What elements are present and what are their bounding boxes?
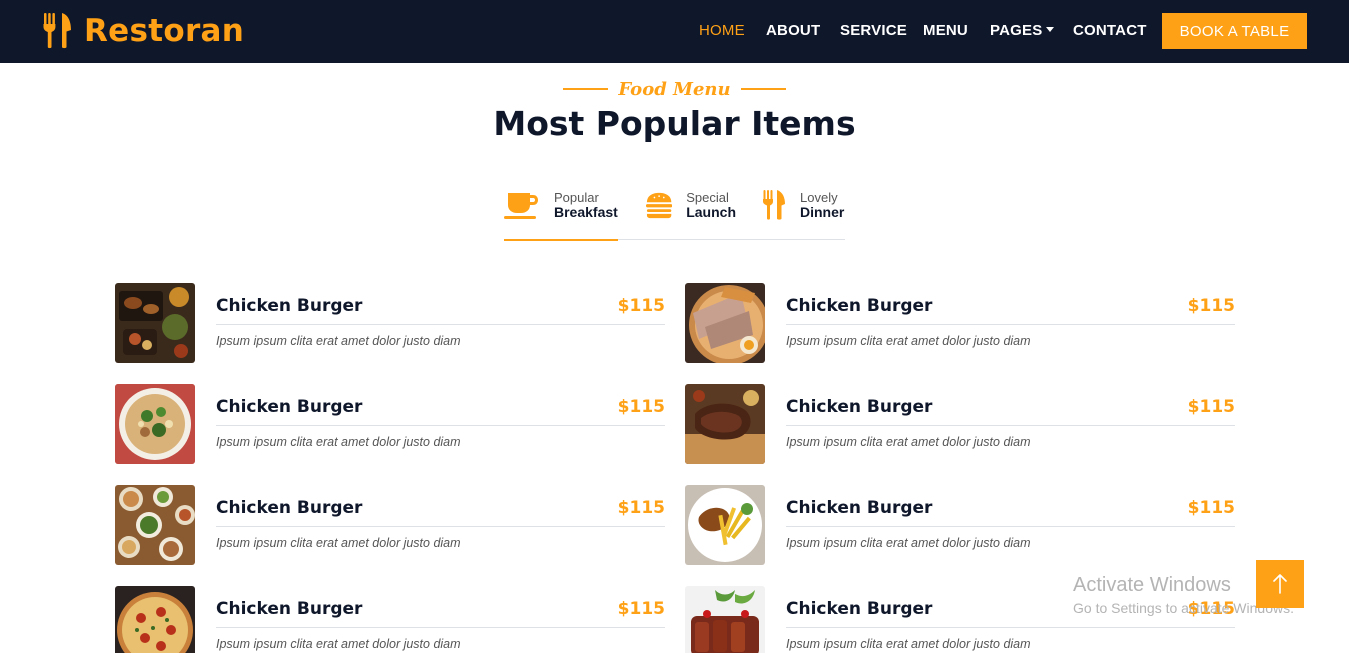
item-price: $115 (1187, 296, 1235, 316)
coffee-icon (504, 193, 538, 219)
activate-windows-title: Activate Windows (1073, 574, 1231, 596)
item-description: Ipsum ipsum clita erat amet dolor justo … (216, 637, 461, 651)
menu-item[interactable]: Chicken Burger $115 Ipsum ipsum clita er… (115, 384, 665, 464)
item-description: Ipsum ipsum clita erat amet dolor justo … (786, 637, 1031, 651)
nav-service[interactable]: SERVICE (840, 22, 907, 39)
item-name: Chicken Burger (786, 599, 933, 619)
item-divider (216, 526, 665, 527)
item-description: Ipsum ipsum clita erat amet dolor justo … (786, 536, 1031, 550)
fries-plate-image (685, 485, 765, 565)
kicker-line-right (740, 88, 786, 90)
item-name: Chicken Burger (216, 296, 363, 316)
navbar: Restoran HOME ABOUT SERVICE MENU PAGES C… (0, 0, 1349, 63)
menu-item[interactable]: Chicken Burger $115 Ipsum ipsum clita er… (115, 586, 665, 653)
kicker-line-left (563, 88, 609, 90)
section-kicker: Food Menu (0, 76, 1349, 102)
nav-about[interactable]: ABOUT (766, 22, 820, 39)
item-description: Ipsum ipsum clita erat amet dolor justo … (786, 334, 1031, 348)
item-divider (786, 526, 1235, 527)
item-divider (216, 324, 665, 325)
item-name: Chicken Burger (786, 296, 933, 316)
item-divider (216, 425, 665, 426)
menu-item[interactable]: Chicken Burger $115 Ipsum ipsum clita er… (115, 283, 665, 363)
menu-item[interactable]: Chicken Burger $115 Ipsum ipsum clita er… (685, 283, 1235, 363)
item-name: Chicken Burger (216, 498, 363, 518)
steak-image (685, 384, 765, 464)
kicker-text: Food Menu (618, 78, 731, 100)
tab-dinner-text: Lovely Dinner (800, 190, 844, 220)
menu-item[interactable]: Chicken Burger $115 Ipsum ipsum clita er… (685, 384, 1235, 464)
menu-item[interactable]: Chicken Burger $115 Ipsum ipsum clita er… (115, 485, 665, 565)
tab-small-label: Popular (554, 190, 599, 205)
caret-down-icon (1046, 27, 1055, 32)
item-name: Chicken Burger (786, 498, 933, 518)
tab-small-label: Special (686, 190, 729, 205)
tab-breakfast[interactable]: Popular Breakfast (504, 190, 618, 241)
tab-launch[interactable]: Special Launch (646, 190, 736, 240)
utensils-icon (763, 190, 785, 220)
tab-big-label: Launch (686, 204, 736, 220)
brand-name: Restoran (84, 13, 245, 49)
item-price: $115 (1187, 397, 1235, 417)
utensils-icon (43, 13, 71, 49)
meat-salad-image (685, 586, 765, 653)
arrow-up-icon (1273, 574, 1287, 594)
brand-logo[interactable]: Restoran (42, 12, 244, 50)
item-price: $115 (617, 397, 665, 417)
item-description: Ipsum ipsum clita erat amet dolor justo … (216, 334, 461, 348)
item-price: $115 (617, 599, 665, 619)
tab-big-label: Dinner (800, 204, 845, 220)
item-description: Ipsum ipsum clita erat amet dolor justo … (216, 536, 461, 550)
item-price: $115 (617, 498, 665, 518)
nav-pages-label: PAGES (990, 22, 1043, 39)
item-description: Ipsum ipsum clita erat amet dolor justo … (786, 435, 1031, 449)
hamburger-icon (646, 192, 673, 219)
tab-big-label: Breakfast (554, 204, 618, 220)
table-spread-image (115, 485, 195, 565)
tab-dinner[interactable]: Lovely Dinner (762, 190, 846, 240)
item-name: Chicken Burger (216, 397, 363, 417)
item-name: Chicken Burger (786, 397, 933, 417)
menu-item[interactable]: Chicken Burger $115 Ipsum ipsum clita er… (685, 485, 1235, 565)
salad-bowl-image (115, 384, 195, 464)
nav-contact[interactable]: CONTACT (1073, 22, 1147, 39)
item-divider (786, 627, 1235, 628)
nav-home[interactable]: HOME (699, 22, 745, 39)
ramen-image (685, 283, 765, 363)
tab-breakfast-text: Popular Breakfast (554, 190, 618, 220)
item-divider (786, 324, 1235, 325)
back-to-top-button[interactable] (1256, 560, 1304, 608)
grilled-platter-image (115, 283, 195, 363)
book-table-button[interactable]: BOOK A TABLE (1162, 13, 1307, 49)
item-divider (216, 627, 665, 628)
item-description: Ipsum ipsum clita erat amet dolor justo … (216, 435, 461, 449)
nav-menu[interactable]: MENU (923, 22, 968, 39)
nav-pages-dropdown[interactable]: PAGES (990, 22, 1055, 39)
pizza-image (115, 586, 195, 653)
item-divider (786, 425, 1235, 426)
section-title: Most Popular Items (493, 104, 856, 143)
item-price: $115 (617, 296, 665, 316)
tab-small-label: Lovely (800, 190, 838, 205)
tab-launch-text: Special Launch (686, 190, 736, 220)
item-price: $115 (1187, 498, 1235, 518)
item-name: Chicken Burger (216, 599, 363, 619)
